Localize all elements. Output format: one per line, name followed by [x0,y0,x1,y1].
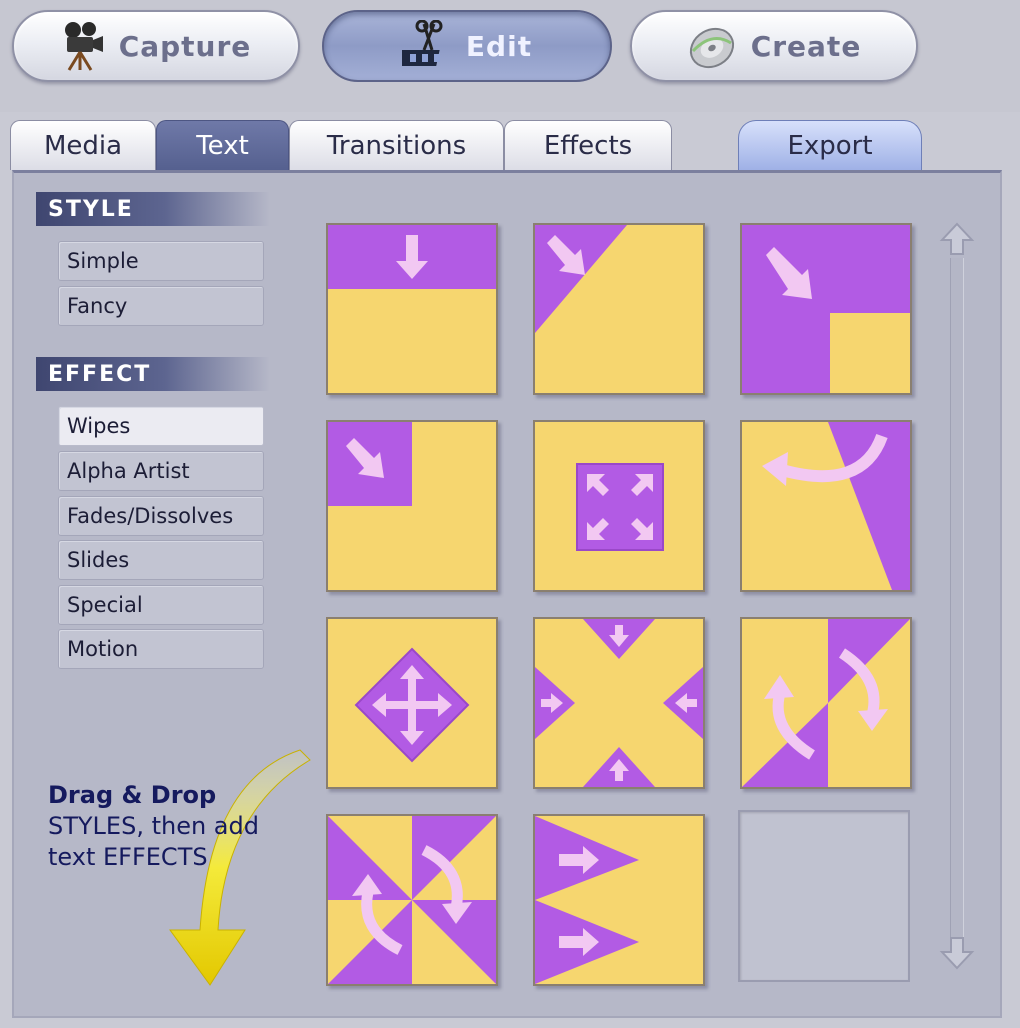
vertical-scrollbar[interactable] [950,258,964,950]
effect-item-special[interactable]: Special [58,585,264,625]
hint-title: Drag & Drop [48,781,217,809]
create-button[interactable]: Create [630,10,918,82]
wipe-arrow-right-icon [535,816,639,984]
wipe-tile-10[interactable] [326,814,498,986]
capture-button[interactable]: Capture [12,10,300,82]
tab-effects[interactable]: Effects [504,120,672,170]
movie-camera-icon [61,20,105,72]
wipe-tile-8[interactable] [533,617,705,789]
wipe-expand-center-icon [576,463,664,551]
wipe-diagonal-box-icon [742,225,910,393]
wipe-tile-4[interactable] [326,420,498,592]
edit-button[interactable]: Edit [322,10,612,82]
scroll-down-arrow-icon[interactable] [938,934,976,972]
wipe-tile-7[interactable] [326,617,498,789]
wipe-tile-2[interactable] [533,223,705,395]
wipe-pinwheel-icon [328,816,496,984]
edit-label: Edit [465,29,533,63]
wipe-tile-9[interactable] [740,617,912,789]
style-item-fancy[interactable]: Fancy [58,286,264,326]
wipe-tile-5[interactable] [533,420,705,592]
wipe-tile-6[interactable] [740,420,912,592]
tab-media[interactable]: Media [10,120,156,170]
style-item-simple[interactable]: Simple [58,241,264,281]
effect-item-alpha-artist[interactable]: Alpha Artist [58,451,264,491]
style-section-header: STYLE [36,192,270,226]
effect-item-slides[interactable]: Slides [58,540,264,580]
wipe-diagonal-corner-icon [535,225,627,333]
scissors-icon [401,20,452,72]
wipe-diamond-expand-icon [354,647,470,763]
effect-item-motion[interactable]: Motion [58,629,264,669]
wipe-clock-sweep-icon [762,422,910,590]
hint-line-1: STYLES, then add [48,812,259,840]
scroll-up-arrow-icon[interactable] [938,220,976,258]
effect-item-wipes[interactable]: Wipes [58,406,264,446]
hint-line-2: text EFFECTS [48,843,208,871]
wipe-converge-center-icon [535,619,703,787]
effect-item-fades-dissolves[interactable]: Fades/Dissolves [58,496,264,536]
wipe-tile-1[interactable] [326,223,498,395]
empty-tile-slot [738,810,910,982]
wipe-split-rotate-icon [742,619,910,787]
drag-drop-hint: Drag & Drop STYLES, then add text EFFECT… [48,780,308,873]
tab-transitions[interactable]: Transitions [289,120,504,170]
wipe-down-icon [328,225,496,289]
tab-export[interactable]: Export [738,120,922,170]
create-label: Create [750,29,862,63]
tab-text[interactable]: Text [156,120,289,170]
wipe-corner-box-icon [328,422,412,506]
wipe-tile-11[interactable] [533,814,705,986]
capture-label: Capture [118,29,252,63]
effect-section-header: EFFECT [36,357,270,391]
wipe-tile-3[interactable] [740,223,912,395]
disc-icon [687,21,737,71]
